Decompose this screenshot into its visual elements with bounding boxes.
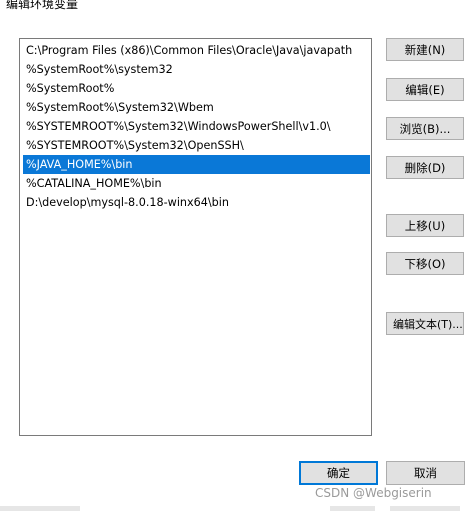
- edit-text-button[interactable]: 编辑文本(T)...: [386, 312, 464, 335]
- watermark: CSDN @Webgiserin: [315, 486, 432, 500]
- window-title: 编辑环境变量: [6, 0, 79, 11]
- cancel-button[interactable]: 取消: [386, 461, 465, 485]
- list-item[interactable]: %SystemRoot%: [23, 79, 370, 98]
- list-item[interactable]: %SystemRoot%\system32: [23, 60, 370, 79]
- edit-button[interactable]: 编辑(E): [386, 78, 464, 101]
- delete-button[interactable]: 删除(D): [386, 156, 464, 179]
- list-item[interactable]: %SYSTEMROOT%\System32\WindowsPowerShell\…: [23, 117, 370, 136]
- list-item[interactable]: %CATALINA_HOME%\bin: [23, 174, 370, 193]
- move-up-button[interactable]: 上移(U): [386, 214, 464, 237]
- bottom-strip-segment: [390, 506, 460, 511]
- title-bar: 编辑环境变量: [0, 0, 467, 14]
- list-item[interactable]: %SystemRoot%\System32\Wbem: [23, 98, 370, 117]
- bottom-strip-segment: [330, 506, 375, 511]
- bottom-strip-segment: [0, 506, 80, 511]
- move-down-button[interactable]: 下移(O): [386, 252, 464, 275]
- path-list[interactable]: C:\Program Files (x86)\Common Files\Orac…: [19, 38, 372, 436]
- list-item[interactable]: %SYSTEMROOT%\System32\OpenSSH\: [23, 136, 370, 155]
- list-item[interactable]: C:\Program Files (x86)\Common Files\Orac…: [23, 41, 370, 60]
- browse-button[interactable]: 浏览(B)...: [386, 117, 464, 140]
- ok-button[interactable]: 确定: [299, 461, 378, 485]
- list-item-selected[interactable]: %JAVA_HOME%\bin: [23, 155, 370, 174]
- new-button[interactable]: 新建(N): [386, 38, 464, 61]
- list-item[interactable]: D:\develop\mysql-8.0.18-winx64\bin: [23, 193, 370, 212]
